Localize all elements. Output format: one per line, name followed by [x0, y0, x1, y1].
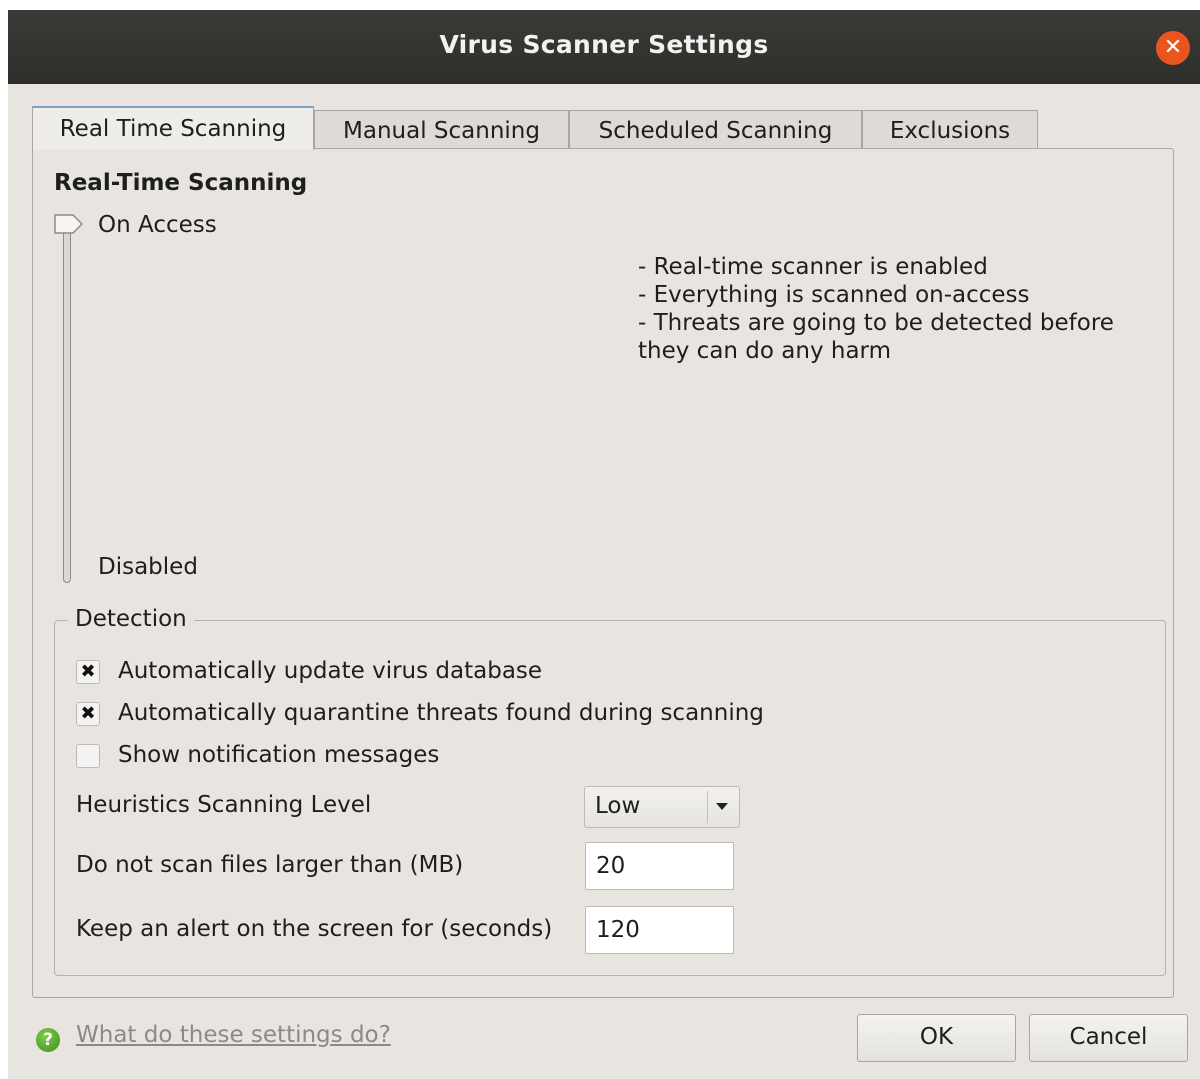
- help-icon[interactable]: ?: [36, 1028, 60, 1052]
- detection-legend: Detection: [68, 606, 194, 632]
- help-link[interactable]: What do these settings do?: [76, 1022, 391, 1048]
- max-file-size-input[interactable]: [585, 842, 734, 890]
- description-line: - Everything is scanned on-access: [638, 282, 1030, 308]
- description-line: - Real-time scanner is enabled: [638, 254, 988, 280]
- checkbox-label[interactable]: Automatically quarantine threats found d…: [118, 700, 764, 726]
- checkbox-checked-icon[interactable]: ✖: [76, 702, 100, 726]
- tab-real-time-scanning[interactable]: Real Time Scanning: [32, 106, 314, 150]
- settings-window: Virus Scanner Settings ✕ Real Time Scann…: [8, 10, 1200, 1079]
- checkbox-label[interactable]: Automatically update virus database: [118, 658, 542, 684]
- section-heading: Real-Time Scanning: [54, 170, 308, 196]
- tab-exclusions[interactable]: Exclusions: [862, 110, 1038, 148]
- description-line: - Threats are going to be detected befor…: [638, 310, 1114, 336]
- ok-button[interactable]: OK: [857, 1014, 1016, 1062]
- level-label-on-access: On Access: [98, 212, 217, 238]
- heuristics-label: Heuristics Scanning Level: [76, 792, 372, 818]
- cancel-button[interactable]: Cancel: [1029, 1014, 1188, 1062]
- close-icon[interactable]: ✕: [1156, 31, 1190, 65]
- tab-manual-scanning[interactable]: Manual Scanning: [314, 110, 569, 148]
- alert-duration-input[interactable]: [585, 906, 734, 954]
- alert-duration-label: Keep an alert on the screen for (seconds…: [76, 916, 553, 942]
- scan-level-slider-track[interactable]: [63, 228, 71, 583]
- chevron-down-icon[interactable]: [716, 803, 728, 810]
- checkbox-unchecked-icon[interactable]: [76, 744, 100, 768]
- checkbox-label[interactable]: Show notification messages: [118, 742, 439, 768]
- title-bar: Virus Scanner Settings ✕: [8, 10, 1200, 84]
- tab-scheduled-scanning[interactable]: Scheduled Scanning: [569, 110, 862, 148]
- combo-separator: [707, 791, 708, 823]
- checkbox-checked-icon[interactable]: ✖: [76, 660, 100, 684]
- max-file-size-label: Do not scan files larger than (MB): [76, 852, 464, 878]
- heuristics-level-select[interactable]: Low: [584, 786, 740, 828]
- description-line: they can do any harm: [638, 338, 891, 364]
- slider-handle[interactable]: [53, 213, 85, 235]
- heuristics-level-value: Low: [595, 793, 641, 819]
- level-label-disabled: Disabled: [98, 554, 198, 580]
- window-title: Virus Scanner Settings: [439, 30, 769, 59]
- level-description: - Real-time scanner is enabled - Everyth…: [638, 253, 1114, 365]
